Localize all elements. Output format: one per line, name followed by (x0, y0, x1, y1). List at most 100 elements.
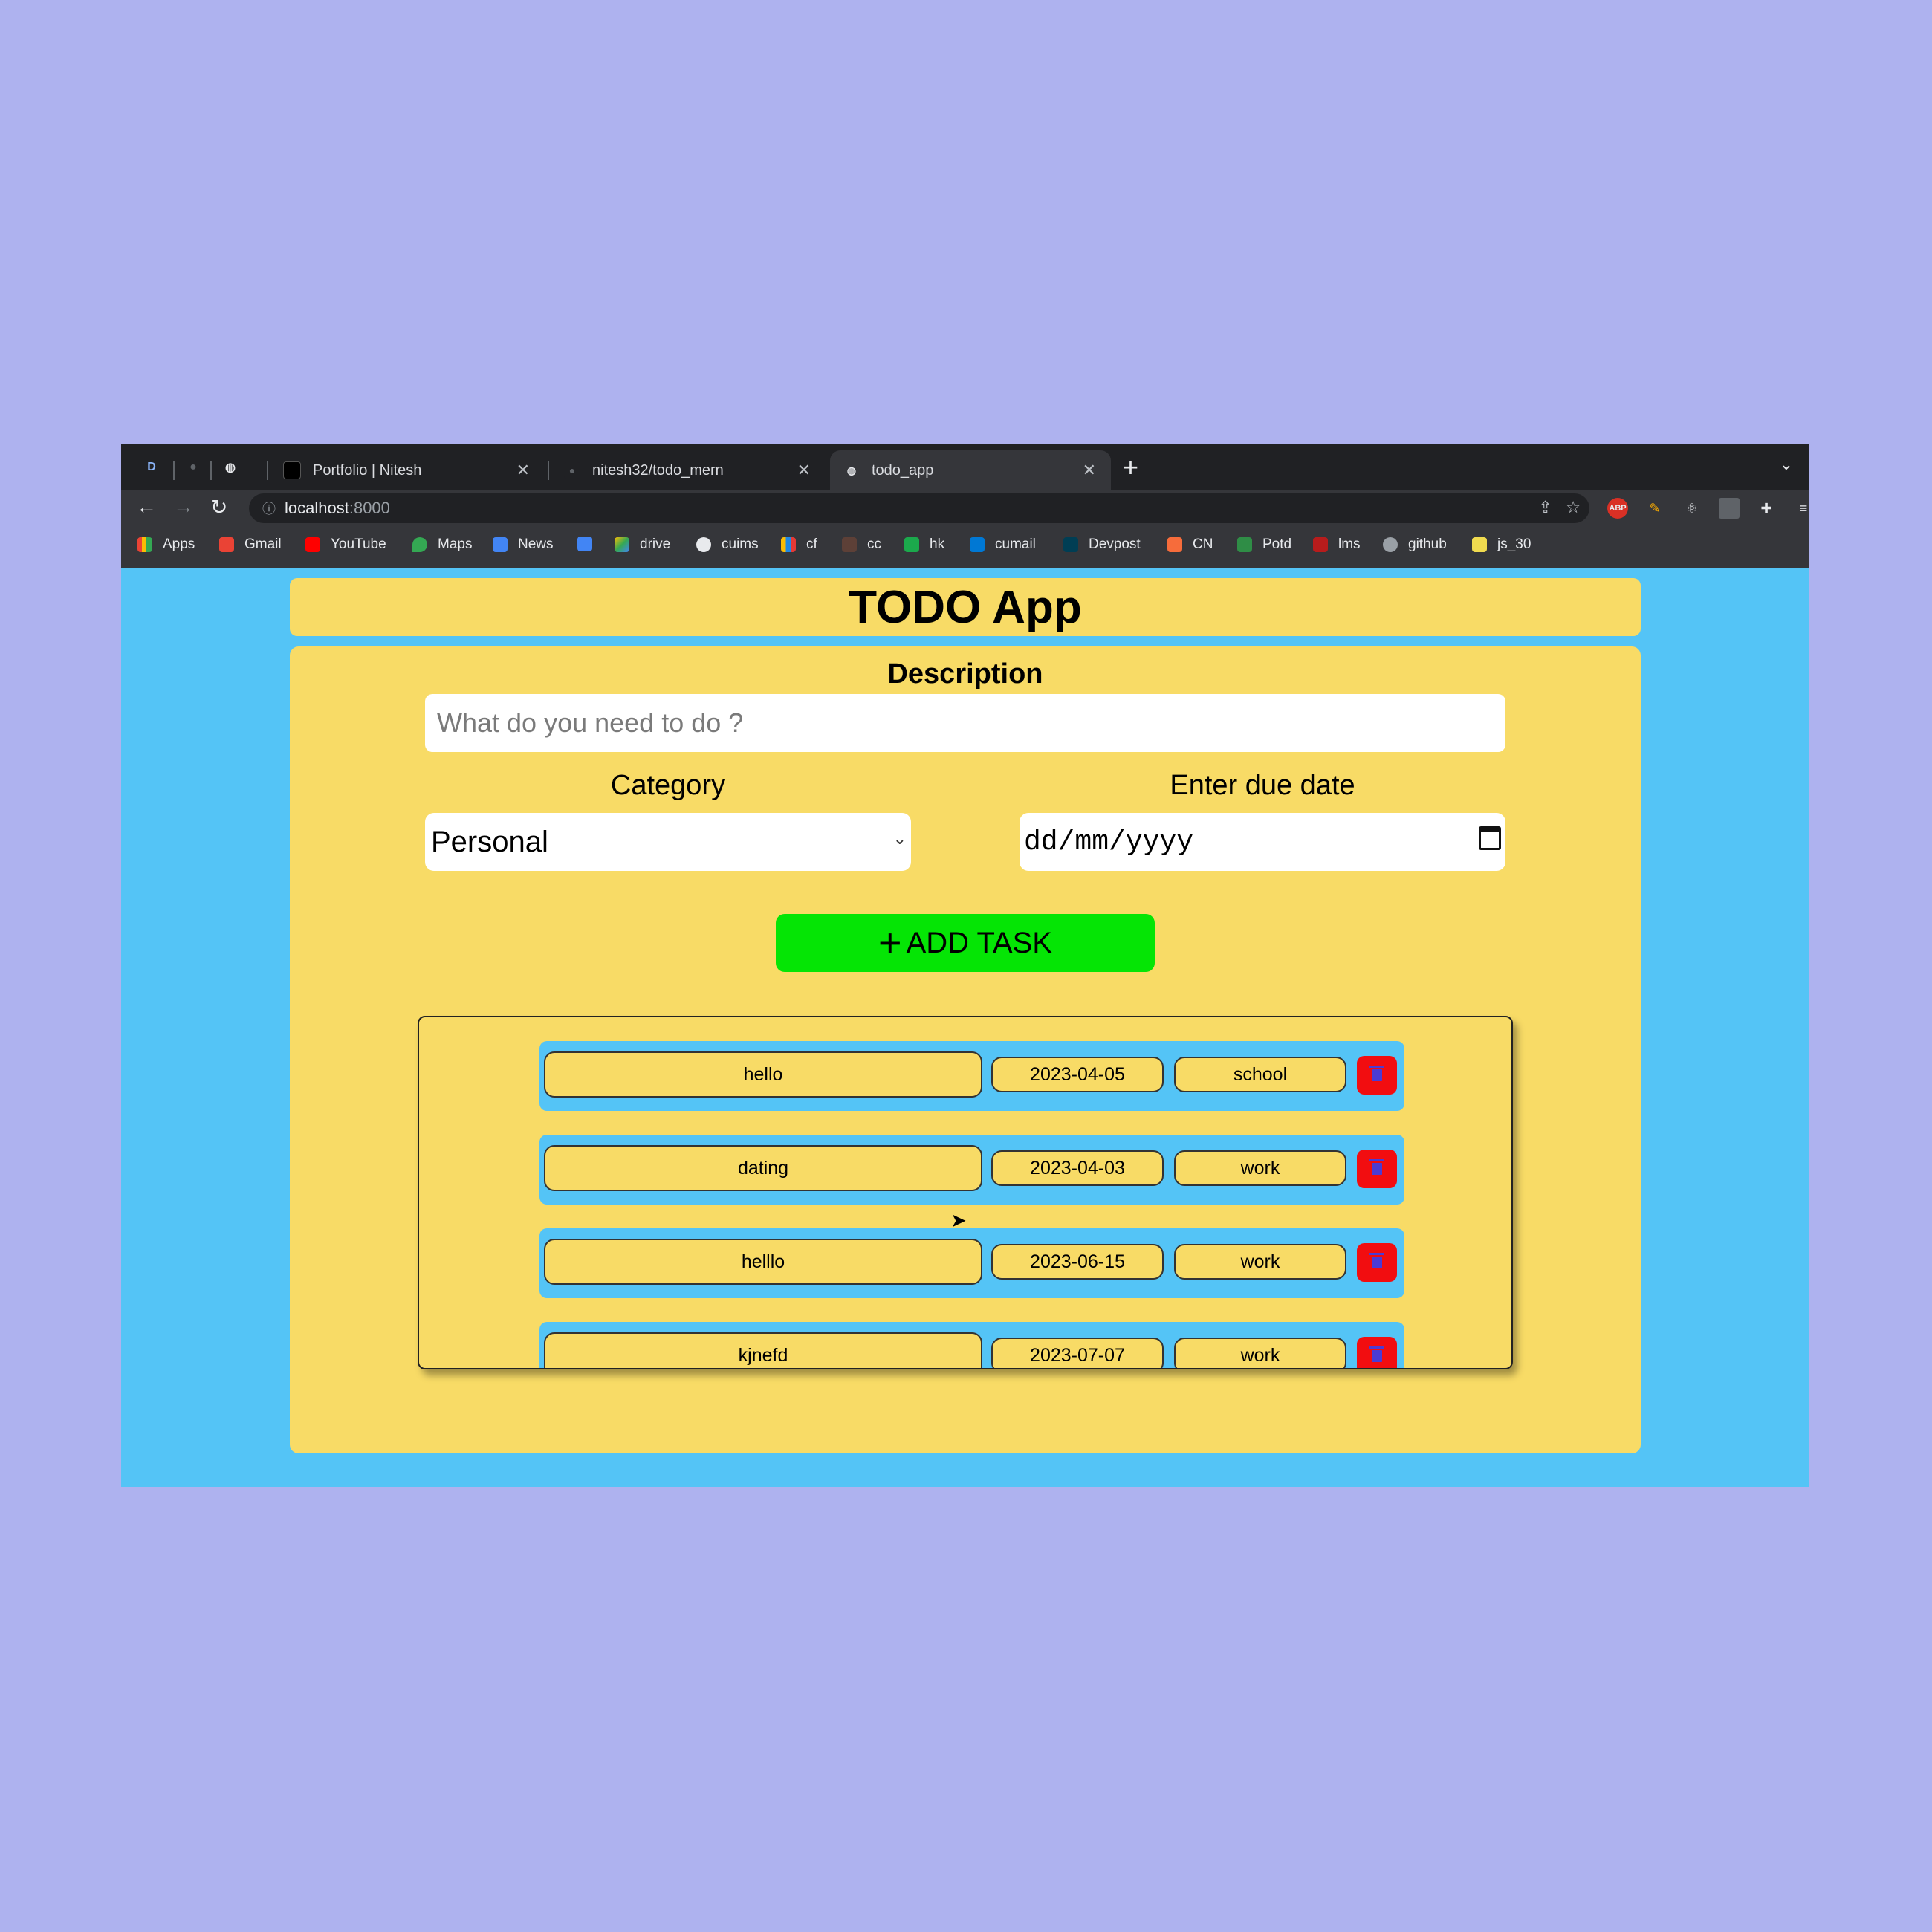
bookmark-apps[interactable]: Apps (137, 537, 195, 553)
pinned-tab-devpost[interactable]: D (139, 455, 164, 480)
task-name: dating (544, 1145, 982, 1191)
task-date: 2023-06-15 (991, 1244, 1164, 1280)
tab-separator (210, 461, 212, 480)
task-category: work (1174, 1338, 1346, 1368)
news-icon (493, 537, 508, 552)
tab-portfolio[interactable]: Portfolio | Nitesh ✕ (270, 450, 545, 490)
pinned-tab-globe[interactable]: ◍ (218, 455, 243, 480)
close-tab-icon[interactable]: ✕ (516, 461, 530, 480)
apps-grid-icon (137, 537, 152, 552)
hackerrank-icon (904, 537, 919, 552)
bookmark-maps[interactable]: Maps (412, 537, 472, 553)
reload-icon[interactable]: ↻ (210, 495, 227, 519)
mouse-cursor-icon: ➤ (950, 1209, 967, 1231)
delete-task-button[interactable] (1357, 1150, 1397, 1188)
bookmark-devpost[interactable]: Devpost (1063, 537, 1141, 553)
translate-icon (577, 537, 592, 551)
youtube-icon (305, 537, 320, 552)
bookmark-potd[interactable]: Potd (1237, 537, 1291, 553)
back-icon[interactable]: ← (136, 495, 157, 519)
pen-extension-icon[interactable]: ✎ (1644, 498, 1665, 519)
tab-todo-app[interactable]: ◍ todo_app ✕ (830, 450, 1111, 490)
bookmark-hk[interactable]: hk (904, 537, 944, 553)
devpost-icon (1063, 537, 1078, 552)
bookmark-cf[interactable]: cf (781, 537, 817, 553)
gfg-icon (1237, 537, 1252, 552)
media-control-icon[interactable]: ≡ (1793, 498, 1809, 519)
todo-panel: Description Category Enter due date Pers… (290, 646, 1641, 1453)
task-category: school (1174, 1057, 1346, 1092)
globe-icon (696, 537, 711, 552)
site-info-icon[interactable]: ⓘ (262, 499, 276, 518)
chevron-down-icon: ⌄ (892, 829, 907, 848)
address-bar[interactable]: ⓘ localhost:8000 ⇪ ☆ (249, 493, 1589, 523)
description-input[interactable] (425, 694, 1505, 752)
category-select[interactable]: Personal ⌄ (425, 813, 911, 871)
task-row: dating 2023-04-03 work (539, 1135, 1404, 1205)
trash-icon (1369, 1253, 1384, 1268)
bookmark-cn[interactable]: CN (1167, 537, 1213, 553)
tab-separator (267, 461, 268, 480)
js30-icon (1472, 537, 1487, 552)
maps-icon (412, 537, 427, 552)
task-date: 2023-07-07 (991, 1338, 1164, 1368)
task-name: kjnefd (544, 1332, 982, 1368)
tab-strip: D ● ◍ Portfolio | Nitesh ✕ ● nitesh32/to… (121, 444, 1809, 490)
calendar-icon[interactable] (1479, 826, 1501, 850)
forward-icon[interactable]: → (173, 495, 194, 519)
description-label: Description (887, 658, 1043, 690)
task-row: hello 2023-04-05 school (539, 1041, 1404, 1111)
adblock-extension-icon[interactable]: ABP (1607, 498, 1628, 519)
share-icon[interactable]: ⇪ (1538, 498, 1552, 516)
delete-task-button[interactable] (1357, 1056, 1397, 1095)
browser-window: D ● ◍ Portfolio | Nitesh ✕ ● nitesh32/to… (121, 444, 1809, 1487)
tab-search-chevron-icon[interactable]: ⌄ (1780, 455, 1793, 474)
category-label: Category (610, 770, 726, 801)
task-list[interactable]: hello 2023-04-05 school dating 2023-04-0… (418, 1016, 1513, 1369)
trash-icon (1369, 1346, 1384, 1362)
bookmark-cuims[interactable]: cuims (696, 537, 759, 553)
bookmark-github[interactable]: github (1383, 537, 1447, 553)
codechef-icon (842, 537, 857, 552)
drive-icon (615, 537, 629, 552)
close-tab-icon[interactable]: ✕ (1083, 461, 1096, 480)
task-row: kjnefd 2023-07-07 work (539, 1322, 1404, 1368)
app-header: TODO App (290, 578, 1641, 636)
delete-task-button[interactable] (1357, 1337, 1397, 1368)
tab-github-repo[interactable]: ● nitesh32/todo_mern ✕ (551, 450, 826, 490)
puzzle-extensions-icon[interactable]: ✚ (1756, 498, 1777, 519)
react-extension-icon[interactable]: ⚛ (1682, 498, 1702, 519)
task-name: helllo (544, 1239, 982, 1285)
es-extension-icon[interactable] (1719, 498, 1740, 519)
bookmark-youtube[interactable]: YouTube (305, 537, 386, 553)
task-name: hello (544, 1051, 982, 1098)
bookmark-star-icon[interactable]: ☆ (1566, 498, 1581, 516)
page-title: TODO App (849, 581, 1082, 633)
task-date: 2023-04-03 (991, 1150, 1164, 1186)
delete-task-button[interactable] (1357, 1243, 1397, 1282)
bookmark-translate[interactable] (577, 537, 603, 551)
plus-icon: + (878, 921, 902, 965)
bookmark-news[interactable]: News (493, 537, 554, 553)
tab-separator (548, 461, 549, 480)
lms-icon (1313, 537, 1328, 552)
bookmark-lms[interactable]: lms (1313, 537, 1361, 553)
due-date-input[interactable]: dd/mm/yyyy (1020, 813, 1505, 871)
task-category: work (1174, 1244, 1346, 1280)
bookmark-cumail[interactable]: cumail (970, 537, 1036, 553)
bookmark-drive[interactable]: drive (615, 537, 670, 553)
close-tab-icon[interactable]: ✕ (797, 461, 811, 480)
task-date: 2023-04-05 (991, 1057, 1164, 1092)
bookmark-cc[interactable]: cc (842, 537, 881, 553)
trash-icon (1369, 1066, 1384, 1081)
share-star-icons: ⇪ ☆ (1538, 498, 1581, 517)
bookmark-gmail[interactable]: Gmail (219, 537, 282, 553)
due-date-label: Enter due date (1170, 770, 1355, 801)
coding-ninjas-icon (1167, 537, 1182, 552)
pinned-tab-github[interactable]: ● (181, 455, 206, 480)
bookmark-js30[interactable]: js_30 (1472, 537, 1531, 553)
add-task-button[interactable]: + ADD TASK (776, 914, 1155, 972)
new-tab-button[interactable]: + (1123, 452, 1138, 483)
gmail-icon (219, 537, 234, 552)
bookmarks-bar: Apps Gmail YouTube Maps News drive cuims… (121, 526, 1809, 568)
